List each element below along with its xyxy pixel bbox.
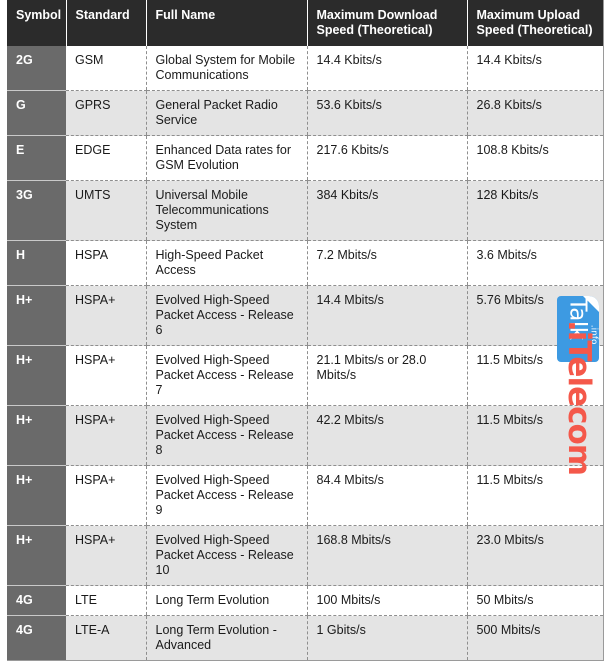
table-row: H+ HSPA+ Evolved High-Speed Packet Access … [7,405,603,466]
column-header-full-name: Full Name [145,0,307,46]
cell-standard: GSM [66,46,146,91]
cell-standard: HSPA+ [66,525,146,586]
cell-standard: HSPA+ [66,405,146,466]
cell-symbol: 4G [7,615,66,661]
cell-symbol: 4G [7,585,66,616]
cell-max-upload-speed: 3.6 Mbits/s [466,240,603,286]
column-header-standard: Standard [65,0,146,46]
column-header-max-upload-speed-line1: Maximum Upload [476,8,581,22]
cell-full-name: Long Term Evolution - Advanced [145,615,307,661]
table-row: 3G UMTS Universal Mobile Telecommunication… [7,180,603,241]
cell-max-upload-speed: 11.5 Mbits/s [466,345,603,406]
cell-symbol: H+ [7,285,66,346]
cell-max-download-speed: 84.4 Mbits/s [306,465,467,526]
cell-max-upload-speed: 11.5 Mbits/s [466,465,603,526]
cell-symbol: H+ [7,465,66,526]
table-row: H+ HSPA+ Evolved High-Speed Packet Access … [7,345,603,406]
column-header-max-download-speed: Maximum Download Speed (Theoretical) [306,0,467,46]
cell-full-name: Evolved High-Speed Packet Access - Relea… [145,465,307,526]
cell-standard: GPRS [66,90,146,136]
cell-standard: HSPA+ [66,285,146,346]
table-row: 2G GSM Global System for Mobile Communicat… [7,46,603,91]
cell-max-upload-speed: 5.76 Mbits/s [466,285,603,346]
mobile-network-standards-table: Symbol Standard Full Name Maximum Downlo… [7,0,604,661]
cell-full-name: Evolved High-Speed Packet Access - Relea… [145,405,307,466]
cell-symbol: E [7,135,66,181]
table-row: 4G LTE Long Term Evolution 100 Mbits/s 50 Mb… [7,585,603,616]
cell-max-upload-speed: 50 Mbits/s [466,585,603,616]
cell-standard: EDGE [66,135,146,181]
cell-full-name: Universal Mobile Telecommunications Syst… [145,180,307,241]
cell-max-download-speed: 21.1 Mbits/s or 28.0 Mbits/s [306,345,467,406]
column-header-max-download-speed-line2: Speed (Theoretical) [316,23,433,37]
cell-symbol: H+ [7,525,66,586]
cell-max-download-speed: 384 Kbits/s [306,180,467,241]
column-header-max-upload-speed: Maximum Upload Speed (Theoretical) [466,0,603,46]
cell-full-name: Enhanced Data rates for GSM Evolution [145,135,307,181]
cell-full-name: High-Speed Packet Access [145,240,307,286]
cell-symbol: 3G [7,180,66,241]
cell-symbol: H [7,240,66,286]
table-row: 4G LTE-A Long Term Evolution - Advanced 1 G… [7,615,603,661]
table-row: G GPRS General Packet Radio Service 53.6 Kb… [7,90,603,136]
cell-max-upload-speed: 108.8 Kbits/s [466,135,603,181]
column-header-max-download-speed-line1: Maximum Download [316,8,438,22]
cell-max-upload-speed: 128 Kbits/s [466,180,603,241]
table-row: H+ HSPA+ Evolved High-Speed Packet Access … [7,465,603,526]
cell-standard: UMTS [66,180,146,241]
cell-standard: LTE [66,585,146,616]
cell-symbol: G [7,90,66,136]
cell-standard: HSPA+ [66,465,146,526]
table-row: E EDGE Enhanced Data rates for GSM Evoluti… [7,135,603,181]
cell-max-download-speed: 217.6 Kbits/s [306,135,467,181]
table-row: H HSPA High-Speed Packet Access 7.2 Mbits/s… [7,240,603,286]
cell-full-name: Global System for Mobile Communications [145,46,307,91]
cell-standard: LTE-A [66,615,146,661]
mobile-network-standards-table-container: Symbol Standard Full Name Maximum Downlo… [0,0,610,661]
cell-max-download-speed: 168.8 Mbits/s [306,525,467,586]
cell-full-name: Evolved High-Speed Packet Access - Relea… [145,285,307,346]
cell-max-download-speed: 53.6 Kbits/s [306,90,467,136]
cell-max-download-speed: 1 Gbits/s [306,615,467,661]
cell-max-download-speed: 7.2 Mbits/s [306,240,467,286]
column-header-symbol: Symbol [7,0,66,46]
column-header-max-upload-speed-line2: Speed (Theoretical) [476,23,593,37]
table-header-row: Symbol Standard Full Name Maximum Downlo… [7,0,603,46]
cell-symbol: H+ [7,405,66,466]
cell-full-name: Evolved High-Speed Packet Access - Relea… [145,345,307,406]
cell-symbol: 2G [7,46,66,91]
cell-max-upload-speed: 23.0 Mbits/s [466,525,603,586]
cell-max-upload-speed: 500 Mbits/s [466,615,603,661]
cell-max-upload-speed: 26.8 Kbits/s [466,90,603,136]
cell-max-upload-speed: 11.5 Mbits/s [466,405,603,466]
cell-max-upload-speed: 14.4 Kbits/s [466,46,603,91]
cell-full-name: General Packet Radio Service [145,90,307,136]
table-body: 2G GSM Global System for Mobile Communicat… [7,46,603,661]
cell-symbol: H+ [7,345,66,406]
cell-max-download-speed: 42.2 Mbits/s [306,405,467,466]
cell-standard: HSPA [66,240,146,286]
table-row: H+ HSPA+ Evolved High-Speed Packet Access … [7,285,603,346]
table-header: Symbol Standard Full Name Maximum Downlo… [7,0,603,46]
cell-max-download-speed: 14.4 Mbits/s [306,285,467,346]
table-row: H+ HSPA+ Evolved High-Speed Packet Access … [7,525,603,586]
cell-max-download-speed: 14.4 Kbits/s [306,46,467,91]
cell-full-name: Evolved High-Speed Packet Access - Relea… [145,525,307,586]
cell-max-download-speed: 100 Mbits/s [306,585,467,616]
cell-standard: HSPA+ [66,345,146,406]
cell-full-name: Long Term Evolution [145,585,307,616]
